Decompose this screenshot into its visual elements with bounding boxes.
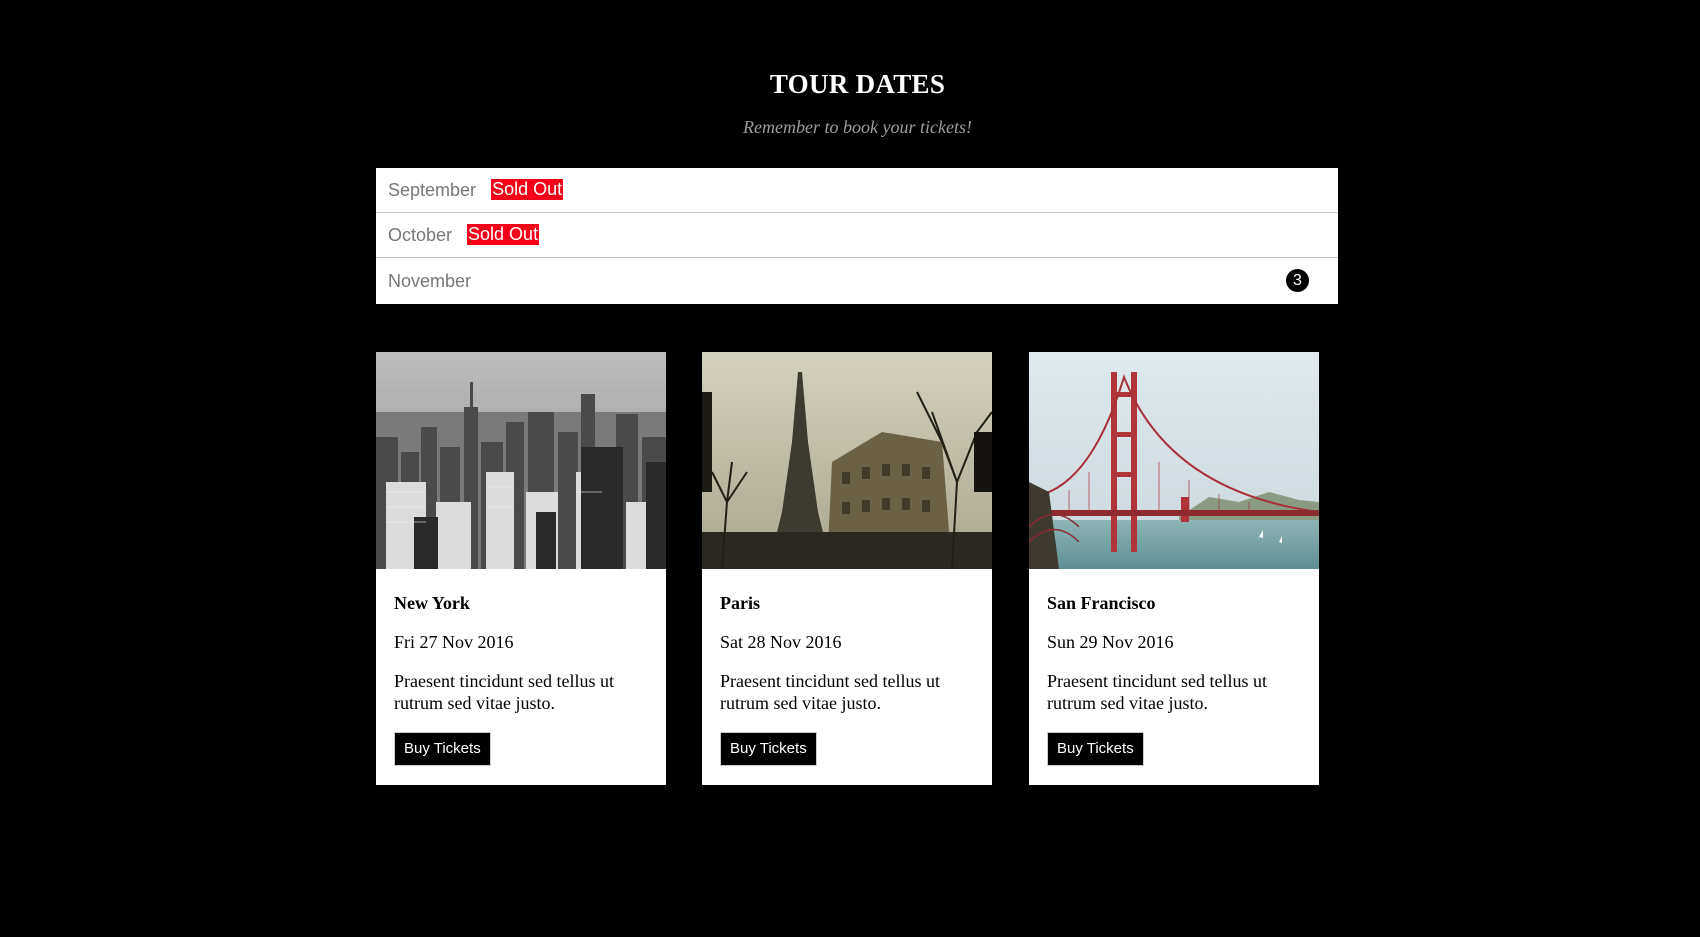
month-label: November [388, 271, 472, 291]
golden-gate-bridge-image [1029, 352, 1319, 569]
sold-out-badge: Sold Out [491, 179, 564, 200]
buy-tickets-button[interactable]: Buy Tickets [394, 732, 491, 766]
buy-tickets-button[interactable]: Buy Tickets [1047, 732, 1144, 766]
card-description: Praesent tincidunt sed tellus ut rutrum … [720, 671, 940, 713]
count-badge: 3 [1286, 269, 1309, 292]
tour-card-san-francisco: San Francisco Sun 29 Nov 2016 Praesent t… [1029, 352, 1319, 785]
new-york-skyline-image [376, 352, 666, 569]
paris-eiffel-tower-image [702, 352, 992, 569]
card-city: New York [394, 593, 470, 613]
tour-card-paris: Paris Sat 28 Nov 2016 Praesent tincidunt… [702, 352, 992, 785]
page-title: TOUR DATES [769, 69, 946, 99]
card-description: Praesent tincidunt sed tellus ut rutrum … [394, 671, 614, 713]
card-city: Paris [720, 593, 760, 613]
sold-out-badge: Sold Out [467, 224, 540, 245]
card-date: Fri 27 Nov 2016 [394, 632, 514, 652]
tour-card-new-york: New York Fri 27 Nov 2016 Praesent tincid… [376, 352, 666, 785]
month-item-november[interactable]: November 3 [376, 258, 1338, 304]
card-city: San Francisco [1047, 593, 1156, 613]
page-subtitle: Remember to book your tickets! [743, 117, 972, 137]
month-item-september[interactable]: September Sold Out [376, 168, 1338, 213]
month-list: September Sold Out October Sold Out Novemb… [376, 168, 1338, 304]
buy-tickets-button[interactable]: Buy Tickets [720, 732, 817, 766]
card-date: Sat 28 Nov 2016 [720, 632, 842, 652]
card-date: Sun 29 Nov 2016 [1047, 632, 1174, 652]
month-item-october[interactable]: October Sold Out [376, 213, 1338, 258]
month-label: September [388, 180, 477, 200]
card-description: Praesent tincidunt sed tellus ut rutrum … [1047, 671, 1267, 713]
month-label: October [388, 225, 453, 245]
